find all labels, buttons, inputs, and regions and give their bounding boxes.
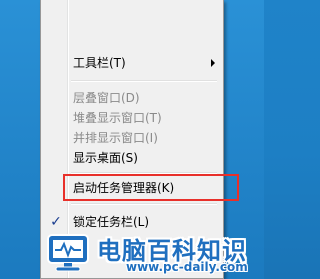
monitor-logo-icon xyxy=(47,234,89,272)
menu-separator xyxy=(71,80,217,82)
menu-item-label: 层叠窗口(D) xyxy=(73,91,140,105)
menu-item-label: 显示桌面(S) xyxy=(73,151,138,165)
submenu-arrow-icon xyxy=(211,59,215,67)
watermark: 电脑百科知识 www.pc-daily.com xyxy=(40,227,264,279)
menu-item-label: 堆叠显示窗口(T) xyxy=(73,111,162,125)
menu-item-stack-windows[interactable]: 堆叠显示窗口(T) xyxy=(43,108,221,128)
watermark-url: www.pc-daily.com xyxy=(126,260,248,274)
menu-item-label: 工具栏(T) xyxy=(73,56,126,70)
desktop-background-left xyxy=(0,0,40,279)
menu-separator xyxy=(71,203,217,205)
menu-item-toolbars[interactable]: 工具栏(T) xyxy=(43,53,221,73)
menu-item-label: 并排显示窗口(I) xyxy=(73,131,158,145)
menu-item-cascade-windows[interactable]: 层叠窗口(D) xyxy=(43,88,221,108)
menu-item-show-desktop[interactable]: 显示桌面(S) xyxy=(43,148,221,168)
menu-item-side-by-side[interactable]: 并排显示窗口(I) xyxy=(43,128,221,148)
red-highlight-box xyxy=(63,174,239,201)
